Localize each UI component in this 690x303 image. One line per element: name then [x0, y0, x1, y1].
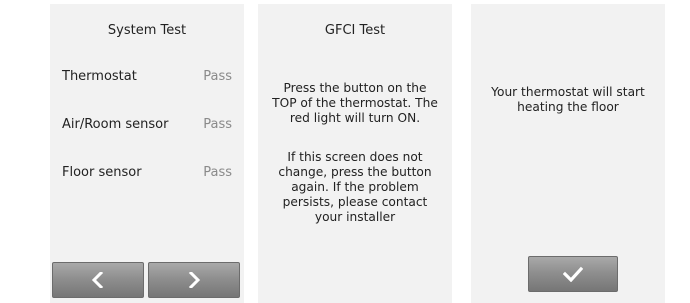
confirm-button[interactable]	[528, 256, 618, 292]
test-row-floor-sensor: Floor sensor Pass	[50, 165, 244, 185]
chevron-left-icon	[91, 272, 104, 288]
test-name: Floor sensor	[62, 165, 142, 180]
test-row-air-room-sensor: Air/Room sensor Pass	[50, 117, 244, 137]
test-result: Pass	[203, 117, 232, 132]
back-button[interactable]	[52, 262, 144, 298]
system-test-title: System Test	[107, 23, 187, 38]
test-row-thermostat: Thermostat Pass	[50, 69, 244, 89]
checkmark-icon	[563, 266, 583, 282]
heating-message: Your thermostat will start heating the f…	[491, 85, 645, 114]
system-test-screen: System Test Thermostat Pass Air/Room sen…	[50, 4, 244, 303]
heating-confirm-screen: Your thermostat will start heating the f…	[471, 4, 665, 303]
test-result: Pass	[203, 165, 232, 180]
gfci-note: If this screen does not change, press th…	[278, 150, 432, 224]
chevron-right-icon	[188, 272, 201, 288]
gfci-test-title: GFCI Test	[324, 23, 386, 38]
next-button[interactable]	[148, 262, 240, 298]
gfci-test-screen: GFCI Test Press the button on the TOP of…	[258, 4, 452, 303]
test-name: Thermostat	[62, 69, 137, 84]
test-name: Air/Room sensor	[62, 117, 169, 132]
test-result: Pass	[203, 69, 232, 84]
gfci-instruction: Press the button on the TOP of the therm…	[272, 81, 438, 125]
